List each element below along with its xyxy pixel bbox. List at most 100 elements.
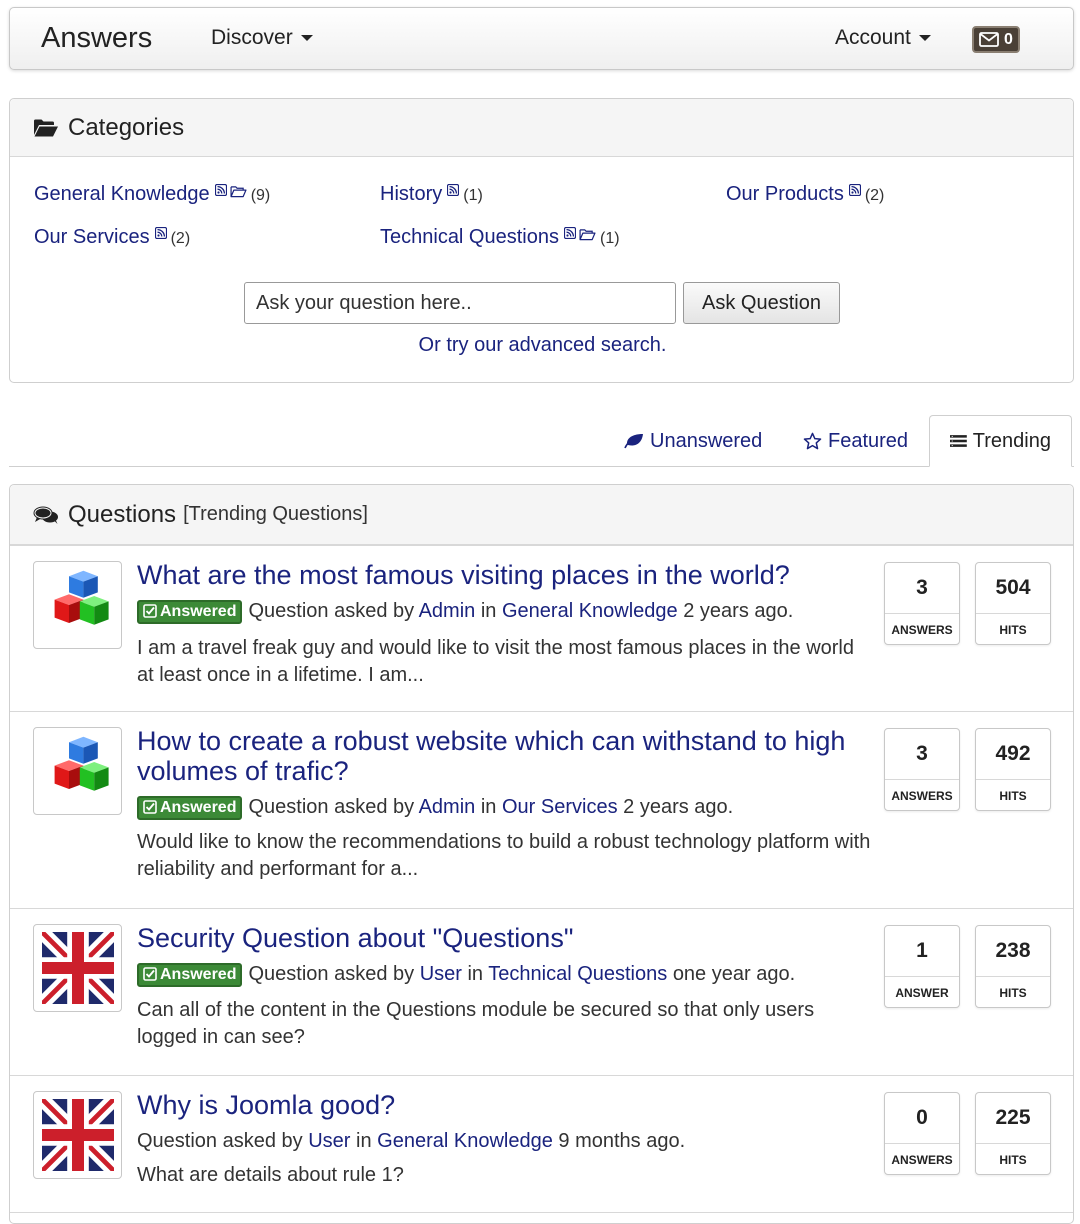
- rss-icon[interactable]: [215, 184, 227, 196]
- category-count: (9): [250, 187, 271, 204]
- account-menu[interactable]: Account: [835, 26, 931, 50]
- category-count: (2): [864, 187, 885, 204]
- uk-flag-icon: [42, 932, 114, 1004]
- question-meta: Answered Question asked by User in Techni…: [137, 963, 795, 987]
- folder-open-icon[interactable]: [230, 185, 247, 198]
- question-user-link[interactable]: Admin: [419, 796, 476, 818]
- hits-label: HITS: [999, 788, 1027, 803]
- hits-count: 492: [976, 729, 1050, 780]
- question-time: 9 months ago.: [558, 1130, 686, 1152]
- tab-featured-label: Featured: [828, 429, 909, 452]
- category-link[interactable]: Technical Questions: [380, 226, 559, 248]
- tabs-divider: [9, 466, 1074, 467]
- cubes-icon: [42, 735, 114, 807]
- ask-question-input[interactable]: [244, 282, 676, 324]
- question-row: Security Question about "Questions" Answ…: [10, 908, 1073, 1075]
- folder-open-icon[interactable]: [579, 228, 596, 241]
- brand-title[interactable]: Answers: [41, 22, 152, 55]
- leaf-icon: [624, 434, 643, 449]
- star-icon: [803, 432, 822, 450]
- answered-badge: Answered: [137, 600, 243, 624]
- question-category-link[interactable]: General Knowledge: [377, 1130, 553, 1152]
- answers-label: ANSWERS: [891, 622, 953, 637]
- question-title[interactable]: What are the most famous visiting places…: [137, 560, 867, 590]
- category-link[interactable]: General Knowledge: [34, 183, 210, 205]
- hits-label: HITS: [999, 1152, 1027, 1167]
- in-word: in: [356, 1130, 372, 1152]
- rss-icon[interactable]: [849, 184, 861, 196]
- chevron-down-icon: [300, 35, 313, 42]
- question-category-link[interactable]: Technical Questions: [488, 963, 667, 985]
- categories-title: Categories: [68, 113, 185, 141]
- category-link[interactable]: Our Products: [726, 183, 844, 205]
- answers-count: 3: [885, 563, 959, 614]
- hits-stat: 492 HITS: [975, 728, 1051, 811]
- question-row: How to create a robust website which can…: [10, 711, 1073, 908]
- question-user-link[interactable]: User: [308, 1130, 350, 1152]
- question-time: 2 years ago.: [683, 600, 794, 622]
- categories-panel: Categories General Knowledge (9) History (…: [9, 98, 1074, 383]
- question-meta: Question asked by User in General Knowle…: [137, 1130, 685, 1153]
- rss-icon[interactable]: [155, 227, 167, 239]
- answers-stat: 0 ANSWERS: [884, 1092, 960, 1175]
- category-link[interactable]: History: [380, 183, 442, 205]
- category-history: History (1): [380, 183, 483, 206]
- hits-count: 504: [976, 563, 1050, 614]
- check-square-icon: [143, 604, 157, 618]
- discover-label: Discover: [211, 26, 293, 49]
- uk-flag-icon: [42, 1099, 114, 1171]
- answered-label: Answered: [160, 603, 237, 620]
- question-avatar[interactable]: [33, 561, 122, 649]
- question-title[interactable]: Security Question about "Questions": [137, 923, 867, 953]
- asked-prefix: Question asked by: [248, 796, 415, 818]
- question-time: one year ago.: [672, 963, 796, 985]
- question-title[interactable]: Why is Joomla good?: [137, 1090, 867, 1120]
- answers-count: 0: [885, 1093, 959, 1144]
- category-count: (2): [170, 230, 191, 247]
- hits-label: HITS: [999, 622, 1027, 637]
- discover-menu[interactable]: Discover: [211, 26, 313, 50]
- hits-stat: 504 HITS: [975, 562, 1051, 645]
- question-user-link[interactable]: Admin: [419, 600, 476, 622]
- folder-open-icon: [34, 119, 58, 136]
- category-link[interactable]: Our Services: [34, 226, 150, 248]
- question-title[interactable]: How to create a robust website which can…: [137, 726, 867, 786]
- advanced-search-link[interactable]: Or try our advanced search.: [419, 334, 667, 356]
- question-category-link[interactable]: General Knowledge: [502, 600, 678, 622]
- answers-count: 3: [885, 729, 959, 780]
- top-navbar: Answers Discover Account 0: [9, 7, 1074, 70]
- question-avatar[interactable]: [33, 924, 122, 1012]
- question-avatar[interactable]: [33, 1091, 122, 1179]
- hits-count: 238: [976, 926, 1050, 977]
- question-description: Can all of the content in the Questions …: [137, 999, 815, 1048]
- tab-trending[interactable]: Trending: [929, 415, 1072, 467]
- answered-badge: Answered: [137, 963, 243, 987]
- answers-count: 1: [885, 926, 959, 977]
- question-category-link[interactable]: Our Services: [502, 796, 618, 818]
- chevron-down-icon: [918, 35, 931, 42]
- ask-question-button[interactable]: Ask Question: [683, 282, 840, 324]
- rss-icon[interactable]: [447, 184, 459, 196]
- hits-stat: 238 HITS: [975, 925, 1051, 1008]
- answered-badge: Answered: [137, 796, 243, 820]
- category-our-services: Our Services (2): [34, 226, 190, 249]
- tab-trending-label: Trending: [972, 429, 1051, 452]
- question-user-link[interactable]: User: [420, 963, 462, 985]
- answered-label: Answered: [160, 799, 237, 816]
- questions-title: Questions: [68, 500, 177, 528]
- questions-panel: Questions [Trending Questions] What are …: [9, 484, 1074, 1224]
- tab-featured[interactable]: Featured: [803, 415, 908, 467]
- question-description: Would like to know the recommendations t…: [137, 831, 871, 880]
- tab-unanswered[interactable]: Unanswered: [624, 415, 762, 467]
- answers-stat: 1 ANSWER: [884, 925, 960, 1008]
- in-word: in: [467, 963, 484, 985]
- in-word: in: [480, 796, 497, 818]
- questions-subtitle: [Trending Questions]: [183, 503, 368, 525]
- comments-icon: [33, 506, 58, 524]
- messages-button[interactable]: 0: [972, 26, 1020, 53]
- question-row: Why is Joomla good? Question asked by Us…: [10, 1075, 1073, 1213]
- question-description: I am a travel freak guy and would like t…: [137, 637, 855, 686]
- asked-prefix: Question asked by: [248, 600, 415, 622]
- rss-icon[interactable]: [564, 227, 576, 239]
- question-avatar[interactable]: [33, 727, 122, 815]
